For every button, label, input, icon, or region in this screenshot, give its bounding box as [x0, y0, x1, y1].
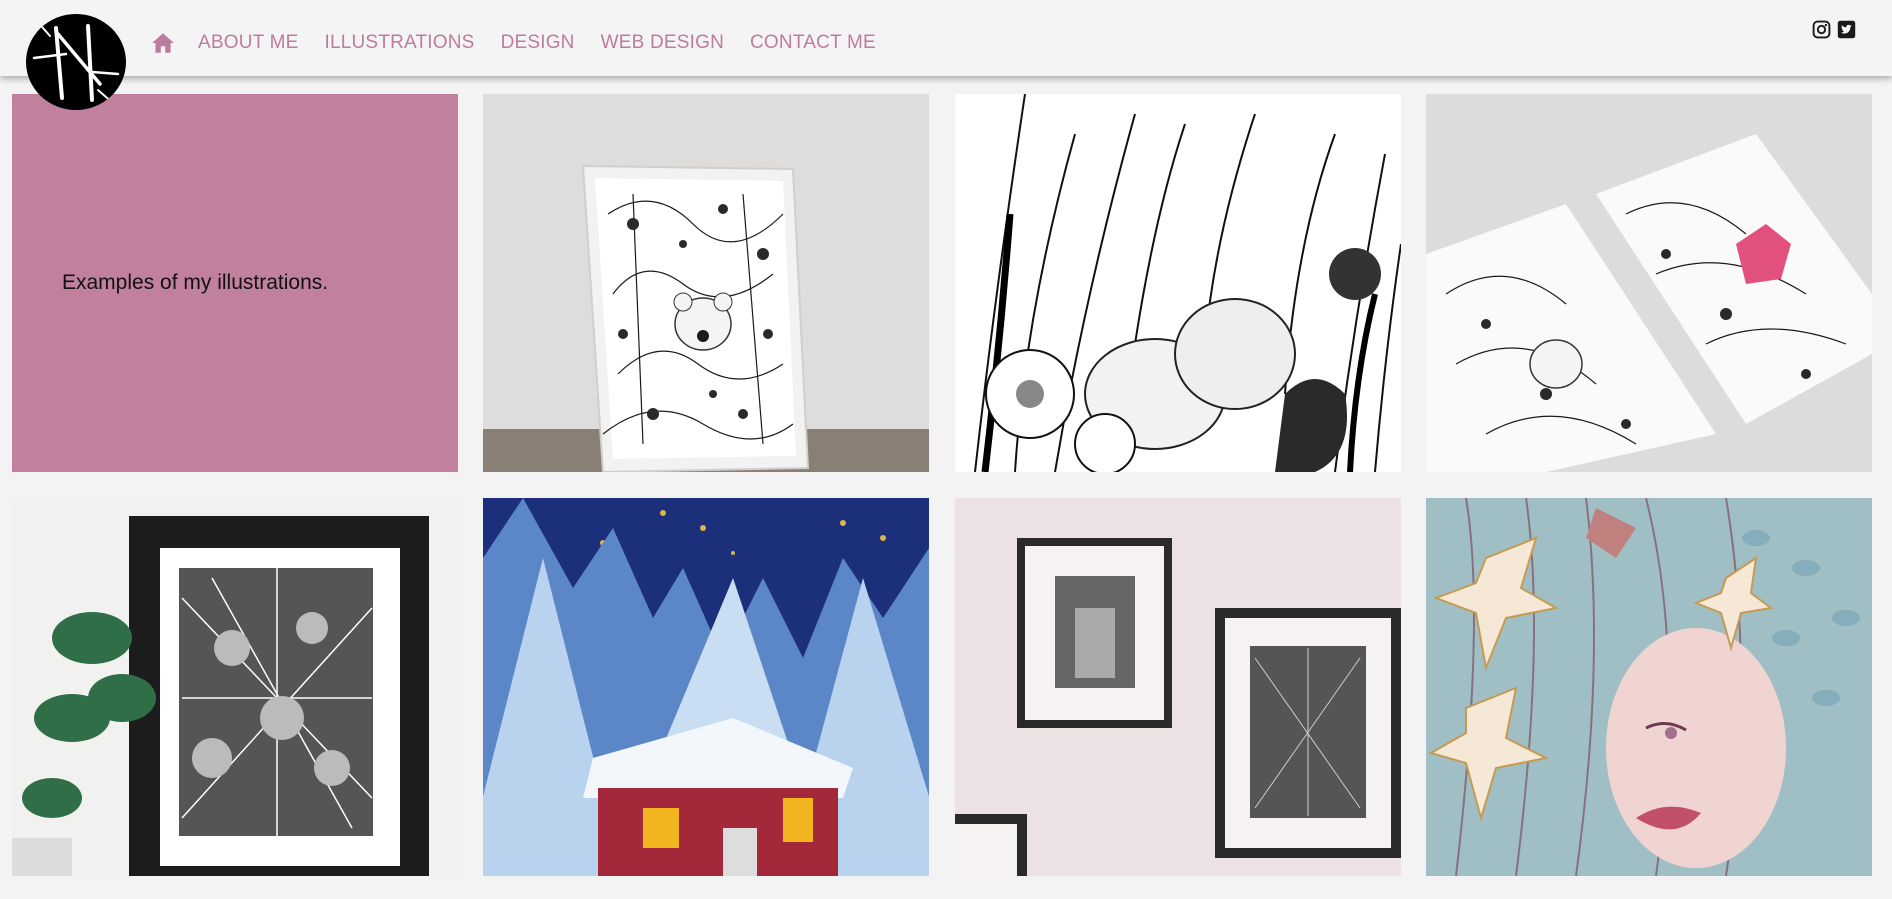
logo-mark-icon [32, 19, 120, 105]
nav-about-me[interactable]: ABOUT ME [198, 30, 299, 56]
watercolor-face-with-lilies-image [1426, 498, 1872, 876]
gallery-item-winter-cabin[interactable] [483, 498, 929, 876]
nav-illustrations[interactable]: ILLUSTRATIONS [325, 30, 475, 56]
main-nav: ABOUT ME ILLUSTRATIONS DESIGN WEB DESIGN… [150, 30, 902, 56]
intro-tile: Examples of my illustrations. [12, 94, 458, 472]
home-icon[interactable] [150, 30, 176, 56]
gallery-item-framed-mouse[interactable] [483, 94, 929, 472]
gallery-item-watercolor-face[interactable] [1426, 498, 1872, 876]
gallery-item-framed-prints-wall[interactable] [955, 498, 1401, 876]
framed-prints-on-pink-wall-image [955, 498, 1401, 876]
nav-design[interactable]: DESIGN [501, 30, 575, 56]
intro-caption: Examples of my illustrations. [62, 271, 329, 294]
nav-contact-me[interactable]: CONTACT ME [750, 30, 876, 56]
nav-web-design[interactable]: WEB DESIGN [601, 30, 724, 56]
winter-cabin-watercolor-image [483, 498, 929, 876]
hedgehogs-in-flowers-illustration-image [955, 94, 1401, 472]
framed-mouse-illustration-image [483, 94, 929, 472]
gallery-item-framed-leaves[interactable] [12, 498, 458, 876]
site-header: ABOUT ME ILLUSTRATIONS DESIGN WEB DESIGN… [0, 0, 1892, 76]
two-prints-illustration-image [1426, 94, 1872, 472]
twitter-icon[interactable] [1837, 20, 1856, 39]
framed-leaves-illustration-with-plant-image [12, 498, 458, 876]
gallery-item-two-prints[interactable] [1426, 94, 1872, 472]
instagram-icon[interactable] [1812, 20, 1831, 39]
gallery-item-hedgehogs[interactable] [955, 94, 1401, 472]
site-logo[interactable] [26, 14, 126, 110]
social-links [1806, 20, 1856, 39]
